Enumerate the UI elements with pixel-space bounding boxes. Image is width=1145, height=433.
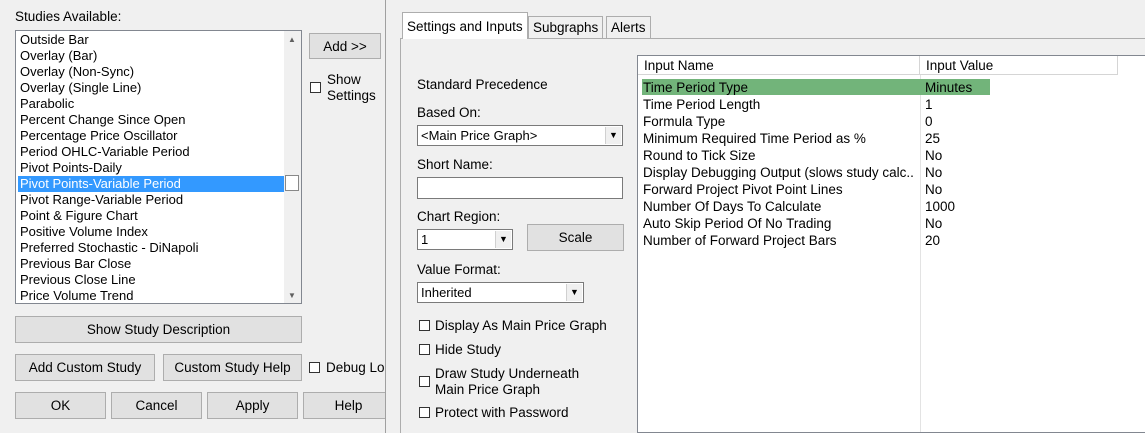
row-value[interactable]: 25 xyxy=(925,130,940,147)
tab-alerts[interactable]: Alerts xyxy=(606,16,651,38)
table-row[interactable]: Display Debugging Output (slows study ca… xyxy=(638,164,1118,181)
debug-checkbox[interactable] xyxy=(309,362,320,373)
table-row[interactable]: Auto Skip Period Of No Trading No xyxy=(638,215,1118,232)
value-format-label: Value Format: xyxy=(417,262,501,277)
row-name: Auto Skip Period Of No Trading xyxy=(643,216,832,231)
row-value[interactable]: 20 xyxy=(925,232,940,249)
list-item[interactable]: Percentage Price Oscillator xyxy=(18,128,287,144)
list-scrollbar[interactable]: ▲ ▼ xyxy=(284,31,301,303)
hide-study-label: Hide Study xyxy=(435,342,502,357)
table-row[interactable]: Time Period Length 1 xyxy=(638,96,1118,113)
protect-password-label: Protect with Password xyxy=(435,405,569,420)
table-row[interactable]: Round to Tick Size No xyxy=(638,147,1118,164)
draw-underneath-label: Draw Study Underneath xyxy=(435,366,580,381)
row-value[interactable]: No xyxy=(925,181,942,198)
list-item[interactable]: Preferred Stochastic - DiNapoli xyxy=(18,240,287,256)
list-item[interactable]: Overlay (Non-Sync) xyxy=(18,64,287,80)
draw-underneath-label-2: Main Price Graph xyxy=(435,382,541,397)
row-name: Round to Tick Size xyxy=(643,148,756,163)
display-main-label: Display As Main Price Graph xyxy=(435,318,607,333)
list-item[interactable]: Period OHLC-Variable Period xyxy=(18,144,287,160)
row-value[interactable]: No xyxy=(925,164,942,181)
chart-region-select[interactable]: 1 ▼ xyxy=(417,229,513,250)
value-format-value: Inherited xyxy=(421,285,472,300)
protect-password-checkbox[interactable] xyxy=(419,407,430,418)
cancel-button[interactable]: Cancel xyxy=(111,392,202,419)
add-custom-study-button[interactable]: Add Custom Study xyxy=(15,354,155,381)
table-row-selected[interactable]: Time Period Type Minutes xyxy=(638,79,1118,96)
row-name: Number Of Days To Calculate xyxy=(643,199,822,214)
apply-button[interactable]: Apply xyxy=(207,392,298,419)
based-on-value: <Main Price Graph> xyxy=(421,128,538,143)
scale-button[interactable]: Scale xyxy=(527,224,624,251)
list-item[interactable]: Overlay (Bar) xyxy=(18,48,287,64)
inputs-grid[interactable]: Input Name Input Value Time Period Type … xyxy=(637,55,1145,433)
short-name-input[interactable] xyxy=(417,177,623,199)
list-item[interactable]: Percent Change Since Open xyxy=(18,112,287,128)
list-item[interactable]: Parabolic xyxy=(18,96,287,112)
based-on-label: Based On: xyxy=(417,105,481,120)
row-value[interactable]: No xyxy=(925,215,942,232)
help-button[interactable]: Help xyxy=(303,392,394,419)
table-row[interactable]: Formula Type 0 xyxy=(638,113,1118,130)
list-item[interactable]: Positive Volume Index xyxy=(18,224,287,240)
chevron-down-icon[interactable]: ▼ xyxy=(495,231,511,248)
hide-study-checkbox[interactable] xyxy=(419,344,430,355)
show-study-description-button[interactable]: Show Study Description xyxy=(15,316,302,343)
list-item[interactable]: Point & Figure Chart xyxy=(18,208,287,224)
display-main-checkbox[interactable] xyxy=(419,320,430,331)
table-row[interactable]: Minimum Required Time Period as % 25 xyxy=(638,130,1118,147)
add-button[interactable]: Add >> xyxy=(309,33,381,59)
short-name-label: Short Name: xyxy=(417,157,493,172)
draw-underneath-checkbox[interactable] xyxy=(419,376,430,387)
chevron-down-icon[interactable]: ▼ xyxy=(566,284,582,301)
tab-settings-and-inputs[interactable]: Settings and Inputs xyxy=(402,12,528,39)
row-name: Time Period Length xyxy=(643,97,761,112)
studies-list[interactable]: Outside Bar Overlay (Bar) Overlay (Non-S… xyxy=(15,30,302,304)
row-name: Minimum Required Time Period as % xyxy=(643,131,866,146)
debug-label: Debug Lo xyxy=(326,360,385,375)
list-item[interactable]: Previous Bar Close xyxy=(18,256,287,272)
list-item[interactable]: Pivot Range-Variable Period xyxy=(18,192,287,208)
table-row[interactable]: Number Of Days To Calculate 1000 xyxy=(638,198,1118,215)
table-row[interactable]: Number of Forward Project Bars 20 xyxy=(638,232,1118,249)
row-name: Formula Type xyxy=(643,114,726,129)
ok-button[interactable]: OK xyxy=(15,392,106,419)
chart-region-label: Chart Region: xyxy=(417,209,501,224)
show-settings-label: Show Settings xyxy=(327,72,376,103)
row-name: Time Period Type xyxy=(643,80,749,95)
scroll-thumb[interactable] xyxy=(285,175,299,191)
list-item[interactable]: Outside Bar xyxy=(18,32,287,48)
row-value[interactable]: 1 xyxy=(925,96,933,113)
row-value[interactable]: 1000 xyxy=(925,198,955,215)
row-name: Display Debugging Output (slows study ca… xyxy=(643,165,915,180)
scroll-down-icon[interactable]: ▼ xyxy=(288,291,296,300)
table-row[interactable]: Forward Project Pivot Point Lines No xyxy=(638,181,1118,198)
list-item-selected[interactable]: Pivot Points-Variable Period xyxy=(18,176,287,192)
list-item[interactable]: Price Volume Trend xyxy=(18,288,287,303)
row-name: Number of Forward Project Bars xyxy=(643,233,837,248)
list-item[interactable]: Previous Close Line xyxy=(18,272,287,288)
custom-study-help-button[interactable]: Custom Study Help xyxy=(163,354,302,381)
row-value[interactable]: Minutes xyxy=(925,79,972,96)
list-item[interactable]: Overlay (Single Line) xyxy=(18,80,287,96)
value-format-select[interactable]: Inherited ▼ xyxy=(417,282,584,303)
tab-subgraphs[interactable]: Subgraphs xyxy=(528,16,604,38)
chart-region-value: 1 xyxy=(421,232,429,247)
grid-header-name[interactable]: Input Name xyxy=(638,56,920,75)
row-value[interactable]: No xyxy=(925,147,942,164)
studies-available-label: Studies Available: xyxy=(15,9,122,24)
standard-precedence-label: Standard Precedence xyxy=(417,77,548,92)
show-settings-checkbox[interactable] xyxy=(310,82,321,93)
chevron-down-icon[interactable]: ▼ xyxy=(605,127,621,144)
row-value[interactable]: 0 xyxy=(925,113,933,130)
based-on-select[interactable]: <Main Price Graph> ▼ xyxy=(417,125,623,146)
list-item[interactable]: Pivot Points-Daily xyxy=(18,160,287,176)
scroll-up-icon[interactable]: ▲ xyxy=(288,35,296,44)
row-name: Forward Project Pivot Point Lines xyxy=(643,182,843,197)
grid-header-value[interactable]: Input Value xyxy=(920,56,1118,75)
